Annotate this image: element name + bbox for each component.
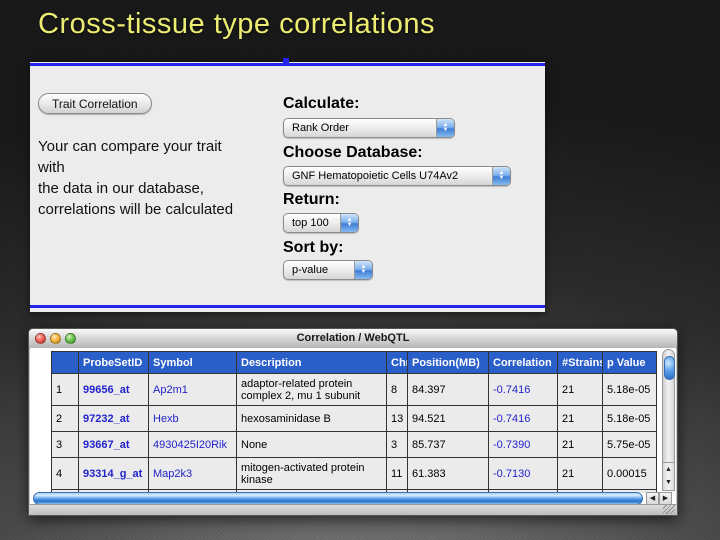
- symbol-link[interactable]: 4930425I20Rik: [149, 432, 237, 458]
- pvalue-cell: 5.18e-05: [603, 406, 657, 432]
- vertical-scrollbar-track[interactable]: [662, 349, 675, 463]
- window-footer: [30, 504, 676, 515]
- window-title: Correlation / WebQTL: [29, 332, 677, 344]
- symbol-link[interactable]: Hexb: [149, 406, 237, 432]
- description-cell: hexosaminidase B: [237, 406, 387, 432]
- description-cell: adaptor-related protein complex 2, mu 1 …: [237, 374, 387, 406]
- chr-cell: 8: [387, 374, 408, 406]
- vertical-scrollbar-thumb[interactable]: [664, 356, 675, 380]
- description-line: correlations will be calculated: [38, 199, 233, 220]
- strains-cell: 21: [558, 458, 603, 490]
- position-cell: 61.383: [408, 458, 489, 490]
- down-arrow-icon: ▼: [443, 128, 449, 133]
- description-cell: None: [237, 432, 387, 458]
- strains-cell: 21: [558, 374, 603, 406]
- position-cell: 85.737: [408, 432, 489, 458]
- table-row: 1 99656_at Ap2m1 adaptor-related protein…: [52, 374, 657, 406]
- table-row: 2 97232_at Hexb hexosaminidase B 13 94.5…: [52, 406, 657, 432]
- description-line: with: [38, 157, 233, 178]
- vertical-scrollbar-buttons: ▲ ▼: [662, 463, 675, 491]
- database-value: GNF Hematopoietic Cells U74Av2: [284, 170, 492, 182]
- return-select[interactable]: top 100 ▲▼: [283, 213, 359, 233]
- scroll-up-button[interactable]: ▲: [663, 463, 674, 476]
- choose-database-label: Choose Database:: [283, 144, 423, 162]
- scroll-down-button[interactable]: ▼: [663, 476, 674, 489]
- correlation-link[interactable]: -0.7416: [489, 374, 558, 406]
- row-number: 3: [52, 432, 79, 458]
- chr-cell: 13: [387, 406, 408, 432]
- sort-by-label: Sort by:: [283, 239, 343, 257]
- calculate-label: Calculate:: [283, 95, 359, 113]
- sort-by-select[interactable]: p-value ▲▼: [283, 260, 373, 280]
- results-table: ProbeSetID Symbol Description Chr Positi…: [51, 351, 657, 493]
- pvalue-cell: 0.00015: [603, 458, 657, 490]
- row-number: 4: [52, 458, 79, 490]
- popup-stepper-icon: ▲▼: [436, 119, 454, 137]
- description-line: the data in our database,: [38, 178, 233, 199]
- col-header-correlation[interactable]: Correlation: [489, 352, 558, 374]
- chr-cell: 11: [387, 458, 408, 490]
- popup-stepper-icon: ▲▼: [340, 214, 358, 232]
- col-header-index[interactable]: [52, 352, 79, 374]
- correlation-link[interactable]: -0.7390: [489, 432, 558, 458]
- pvalue-cell: 5.18e-05: [603, 374, 657, 406]
- calculate-value: Rank Order: [284, 122, 436, 134]
- return-label: Return:: [283, 191, 340, 209]
- strains-cell: 21: [558, 432, 603, 458]
- correlation-link[interactable]: -0.7130: [489, 458, 558, 490]
- probeset-link[interactable]: 93314_g_at: [79, 458, 149, 490]
- return-value: top 100: [284, 217, 340, 229]
- popup-stepper-icon: ▲▼: [492, 167, 510, 185]
- col-header-description[interactable]: Description: [237, 352, 387, 374]
- resize-grip-icon[interactable]: [663, 505, 675, 514]
- bottom-divider: [30, 305, 545, 308]
- panel-description: Your can compare your trait with the dat…: [38, 136, 233, 220]
- description-cell: mitogen-activated protein kinase: [237, 458, 387, 490]
- trait-correlation-button[interactable]: Trait Correlation: [38, 93, 152, 114]
- down-arrow-icon: ▼: [499, 176, 505, 181]
- chr-cell: 3: [387, 432, 408, 458]
- position-cell: 94.521: [408, 406, 489, 432]
- symbol-link[interactable]: Ap2m1: [149, 374, 237, 406]
- window-titlebar[interactable]: Correlation / WebQTL: [29, 329, 677, 349]
- calculate-select[interactable]: Rank Order ▲▼: [283, 118, 455, 138]
- table-body: 1 99656_at Ap2m1 adaptor-related protein…: [52, 374, 657, 494]
- probeset-link[interactable]: 93667_at: [79, 432, 149, 458]
- results-table-container: ProbeSetID Symbol Description Chr Positi…: [51, 351, 658, 493]
- probeset-link[interactable]: 97232_at: [79, 406, 149, 432]
- trait-correlation-panel: Trait Correlation Your can compare your …: [30, 62, 545, 312]
- popup-stepper-icon: ▲▼: [354, 261, 372, 279]
- sort-by-value: p-value: [284, 264, 354, 276]
- correlation-link[interactable]: -0.7416: [489, 406, 558, 432]
- col-header-probesetid[interactable]: ProbeSetID: [79, 352, 149, 374]
- page-title: Cross-tissue type correlations: [38, 8, 435, 41]
- col-header-symbol[interactable]: Symbol: [149, 352, 237, 374]
- col-header-position[interactable]: Position(MB): [408, 352, 489, 374]
- description-line: Your can compare your trait: [38, 136, 233, 157]
- position-cell: 84.397: [408, 374, 489, 406]
- down-arrow-icon: ▼: [347, 223, 353, 228]
- table-row: 3 93667_at 4930425I20Rik None 3 85.737 -…: [52, 432, 657, 458]
- col-header-pvalue[interactable]: p Value: [603, 352, 657, 374]
- down-arrow-icon: ▼: [361, 270, 367, 275]
- pvalue-cell: 5.75e-05: [603, 432, 657, 458]
- row-number: 1: [52, 374, 79, 406]
- table-header-row: ProbeSetID Symbol Description Chr Positi…: [52, 352, 657, 374]
- table-row: 4 93314_g_at Map2k3 mitogen-activated pr…: [52, 458, 657, 490]
- symbol-link[interactable]: Map2k3: [149, 458, 237, 490]
- probeset-link[interactable]: 99656_at: [79, 374, 149, 406]
- divider-notch: [283, 58, 289, 64]
- col-header-strains[interactable]: #Strains: [558, 352, 603, 374]
- col-header-chr[interactable]: Chr: [387, 352, 408, 374]
- correlation-results-window: Correlation / WebQTL ProbeSetID Symbol D…: [28, 328, 678, 516]
- strains-cell: 21: [558, 406, 603, 432]
- row-number: 2: [52, 406, 79, 432]
- database-select[interactable]: GNF Hematopoietic Cells U74Av2 ▲▼: [283, 166, 511, 186]
- vertical-scrollbar[interactable]: ▲ ▼: [662, 349, 675, 491]
- window-content: ProbeSetID Symbol Description Chr Positi…: [30, 348, 676, 507]
